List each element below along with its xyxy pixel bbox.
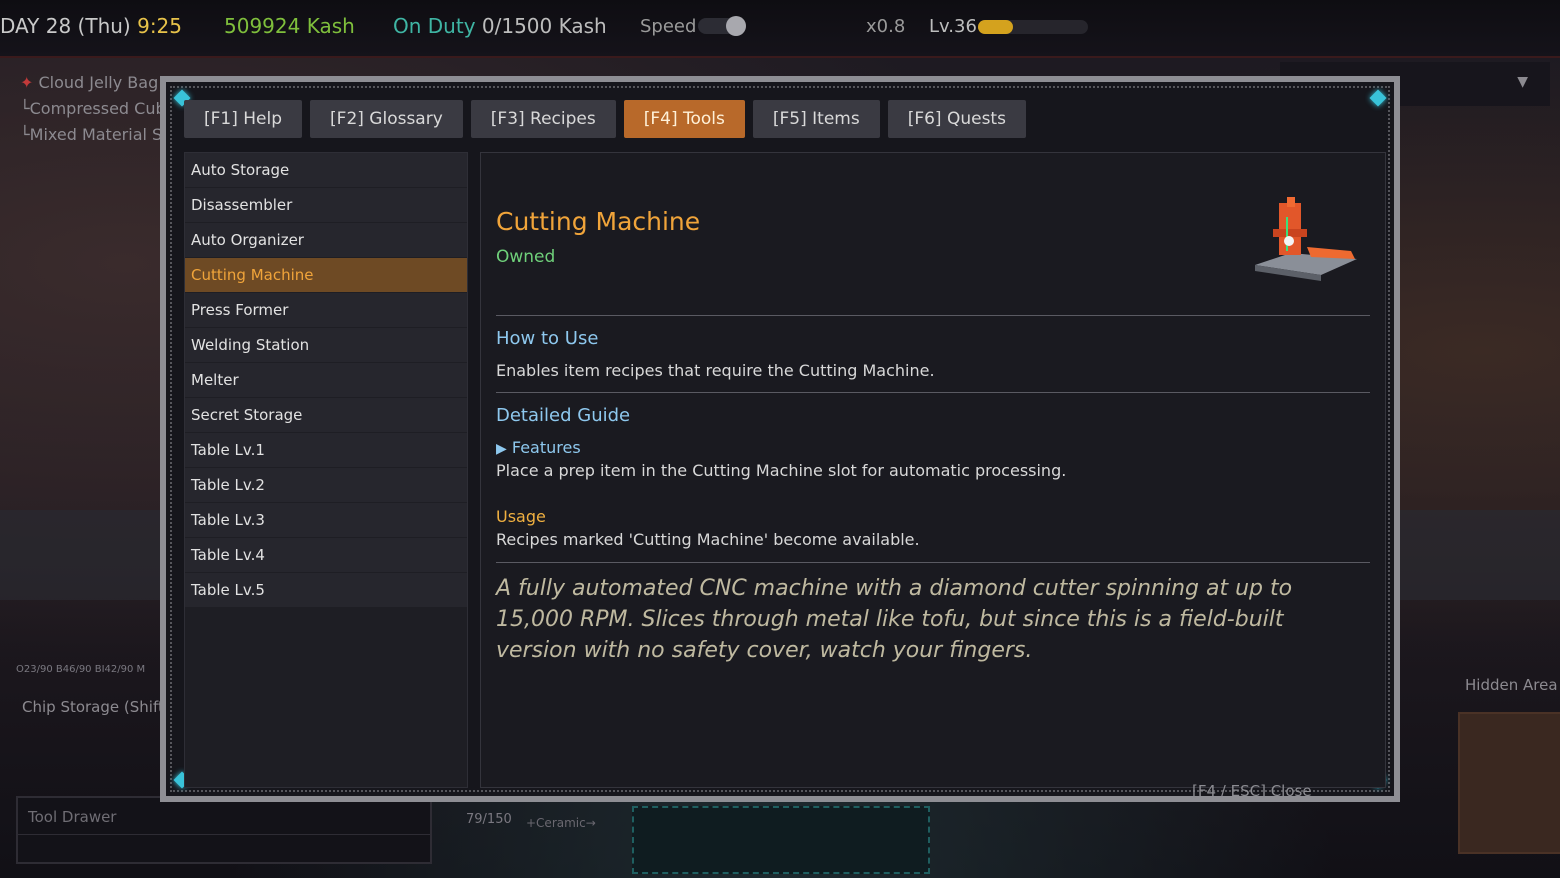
- level-progress-bar: [978, 20, 1088, 34]
- ceramic-label: +Ceramic→: [526, 816, 596, 830]
- tab-tools[interactable]: [F4] Tools: [623, 100, 745, 138]
- flavor-text: A fully automated CNC machine with a dia…: [496, 576, 1293, 663]
- day-label: DAY 28 (Thu): [0, 14, 131, 38]
- tool-item-cutting-machine[interactable]: Cutting Machine: [185, 258, 467, 292]
- how-to-use-text: Enables item recipes that require the Cu…: [496, 361, 935, 380]
- level-progress-fill: [978, 20, 1014, 34]
- duty-status: On Duty 0/1500 Kash: [393, 14, 607, 38]
- divider: [496, 562, 1370, 563]
- pin-icon: ✦: [20, 73, 34, 92]
- features-toggle[interactable]: ▶ Features: [496, 438, 581, 457]
- background-stats: O23/90 B46/90 BI42/90 M: [16, 664, 146, 675]
- tool-item-auto-storage[interactable]: Auto Storage: [185, 153, 467, 187]
- background-slot-panel: [632, 806, 930, 874]
- speed-label: Speed: [640, 16, 697, 37]
- tool-item-disassembler[interactable]: Disassembler: [185, 188, 467, 222]
- usage-label: Usage: [496, 507, 546, 526]
- tab-items[interactable]: [F5] Items: [752, 100, 880, 138]
- level-label: Lv.36: [929, 16, 977, 37]
- day-time: DAY 28 (Thu) 9:25: [0, 14, 182, 38]
- tool-item-table-lv4[interactable]: Table Lv.4: [185, 538, 467, 572]
- hidden-area-label: Hidden Area: [1465, 676, 1558, 694]
- how-to-use-heading: How to Use: [496, 328, 599, 349]
- owned-status: Owned: [496, 247, 556, 267]
- tool-item-table-lv3[interactable]: Table Lv.3: [185, 503, 467, 537]
- tab-help[interactable]: [F1] Help: [184, 100, 303, 138]
- tool-item-auto-organizer[interactable]: Auto Organizer: [185, 223, 467, 257]
- chip-storage-label: Chip Storage (Shift): [22, 698, 170, 716]
- speed-toggle-knob[interactable]: [726, 16, 746, 36]
- capacity-count: 79/150: [466, 812, 512, 827]
- tool-item-melter[interactable]: Melter: [185, 363, 467, 397]
- clock-time: 9:25: [137, 14, 183, 38]
- guide-heading: Detailed Guide: [496, 405, 631, 426]
- features-text: Place a prep item in the Cutting Machine…: [496, 461, 1067, 480]
- encyclopedia-modal: [F1] Help [F2] Glossary [F3] Recipes [F4…: [160, 76, 1400, 802]
- features-label: Features: [511, 438, 581, 457]
- tab-glossary[interactable]: [F2] Glossary: [310, 100, 463, 138]
- cutting-machine-icon: [1255, 197, 1357, 281]
- tab-recipes[interactable]: [F3] Recipes: [470, 100, 616, 138]
- hidden-area-tile: [1458, 712, 1560, 854]
- usage-text: Recipes marked 'Cutting Machine' become …: [496, 530, 920, 549]
- chevron-down-icon: ▼: [1517, 74, 1528, 90]
- tool-detail-panel: Cutting Machine Owned How to Use Enables…: [480, 152, 1386, 788]
- divider: [18, 834, 430, 835]
- tab-quests[interactable]: [F6] Quests: [887, 100, 1026, 138]
- tool-item-welding-station[interactable]: Welding Station: [185, 328, 467, 362]
- tool-item-secret-storage[interactable]: Secret Storage: [185, 398, 467, 432]
- tool-title: Cutting Machine: [496, 207, 701, 236]
- tab-bar: [F1] Help [F2] Glossary [F3] Recipes [F4…: [184, 100, 1026, 138]
- duty-value: 0/1500 Kash: [481, 14, 607, 38]
- close-hint[interactable]: [F4 / ESC] Close: [1192, 782, 1312, 800]
- tool-drawer: Tool Drawer: [16, 796, 432, 864]
- tool-item-table-lv5[interactable]: Table Lv.5: [185, 573, 467, 607]
- status-bar: DAY 28 (Thu) 9:25 509924 Kash On Duty 0/…: [0, 0, 1560, 58]
- background-machine-right: [1400, 510, 1560, 600]
- divider: [496, 392, 1370, 393]
- divider: [496, 315, 1370, 316]
- tool-item-press-former[interactable]: Press Former: [185, 293, 467, 327]
- tool-list: Auto Storage Disassembler Auto Organizer…: [184, 152, 468, 788]
- tool-item-table-lv2[interactable]: Table Lv.2: [185, 468, 467, 502]
- triangle-right-icon: ▶: [496, 441, 507, 457]
- money-counter: 509924 Kash: [224, 14, 355, 38]
- speed-multiplier: x0.8: [866, 16, 906, 37]
- corner-gem-icon: [1369, 89, 1387, 107]
- tool-item-table-lv1[interactable]: Table Lv.1: [185, 433, 467, 467]
- background-machine-left: [0, 510, 160, 600]
- duty-label: On Duty: [393, 14, 476, 38]
- tool-drawer-label: Tool Drawer: [28, 808, 117, 826]
